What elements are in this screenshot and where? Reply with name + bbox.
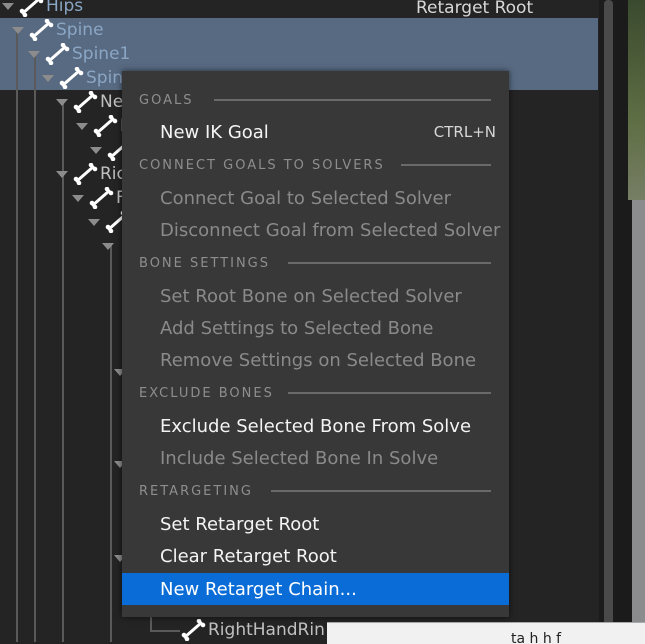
menu-item-exclude-bone[interactable]: Exclude Selected Bone From Solve bbox=[122, 410, 509, 442]
expand-arrow-icon[interactable] bbox=[76, 122, 88, 130]
expand-arrow-icon[interactable] bbox=[2, 2, 14, 10]
bone-icon bbox=[73, 91, 98, 113]
tree-row-label: Spine1 bbox=[72, 44, 131, 64]
menu-item-clear-retarget-root[interactable]: Clear Retarget Root bbox=[122, 540, 509, 572]
section-divider bbox=[214, 99, 491, 101]
bone-icon bbox=[93, 115, 118, 137]
shortcut-label: CTRL+N bbox=[433, 123, 496, 141]
section-divider bbox=[288, 392, 491, 394]
menu-item-add-settings[interactable]: Add Settings to Selected Bone bbox=[122, 312, 509, 344]
bone-icon bbox=[29, 19, 54, 41]
tree-row-right-shoulder[interactable]: Ric bbox=[56, 162, 126, 186]
bone-icon bbox=[89, 187, 114, 209]
section-divider bbox=[288, 262, 491, 264]
section-header-goals: GOALS bbox=[139, 92, 194, 108]
tree-row-right-arm[interactable]: F bbox=[72, 186, 126, 210]
expand-arrow-icon[interactable] bbox=[102, 242, 114, 250]
menu-item-set-root-bone[interactable]: Set Root Bone on Selected Solver bbox=[122, 280, 509, 312]
tooltip-text: ta h h f bbox=[511, 631, 562, 644]
menu-item-new-retarget-chain[interactable]: New Retarget Chain... bbox=[122, 573, 509, 605]
expand-arrow-icon[interactable] bbox=[12, 26, 24, 34]
menu-item-include-bone[interactable]: Include Selected Bone In Solve bbox=[122, 442, 509, 474]
tree-row-label: Hips bbox=[46, 0, 84, 16]
expand-arrow-icon[interactable] bbox=[88, 218, 100, 226]
section-divider bbox=[271, 490, 491, 492]
tree-row-right-hand-ring[interactable]: RightHandRin bbox=[180, 618, 325, 642]
tree-row-right-hand[interactable] bbox=[102, 234, 118, 258]
tree-row-neck[interactable]: Ne bbox=[56, 90, 123, 114]
tree-row-label: Spine bbox=[56, 20, 104, 40]
bone-icon bbox=[73, 163, 98, 185]
menu-item-new-ik-goal[interactable]: New IK Goal CTRL+N bbox=[122, 116, 509, 148]
tree-row-label: RightHandRin bbox=[208, 620, 325, 640]
tree-connector-line bbox=[34, 54, 36, 642]
menu-item-connect-goal[interactable]: Connect Goal to Selected Solver bbox=[122, 182, 509, 214]
tree-connector-line bbox=[150, 630, 180, 632]
tree-connector-line bbox=[16, 30, 18, 642]
context-menu: GOALS New IK Goal CTRL+N CONNECT GOALS T… bbox=[122, 71, 509, 617]
section-header-exclude-bones: EXCLUDE BONES bbox=[139, 385, 274, 401]
expand-arrow-icon[interactable] bbox=[28, 50, 40, 58]
section-header-connect-goals: CONNECT GOALS TO SOLVERS bbox=[139, 157, 385, 173]
menu-item-disconnect-goal[interactable]: Disconnect Goal from Selected Solver bbox=[122, 214, 509, 246]
section-header-bone-settings: BONE SETTINGS bbox=[139, 255, 270, 271]
section-header-retargeting: RETARGETING bbox=[139, 483, 253, 499]
tree-row-label: Spin bbox=[86, 68, 124, 88]
tree-row-spine1[interactable]: Spine1 bbox=[28, 42, 130, 66]
bone-icon bbox=[59, 67, 84, 89]
tooltip: ta h h f bbox=[327, 622, 645, 644]
viewport-preview bbox=[628, 0, 645, 200]
expand-arrow-icon[interactable] bbox=[56, 98, 68, 106]
expand-arrow-icon[interactable] bbox=[42, 74, 54, 82]
menu-item-remove-settings[interactable]: Remove Settings on Selected Bone bbox=[122, 344, 509, 376]
tree-row-spine[interactable]: Spine bbox=[12, 18, 104, 42]
bone-icon bbox=[19, 0, 44, 17]
expand-arrow-icon[interactable] bbox=[56, 170, 68, 178]
tree-scrollbar-thumb[interactable] bbox=[604, 0, 613, 625]
expand-arrow-icon[interactable] bbox=[90, 146, 102, 154]
viewport-preview-lower bbox=[632, 200, 645, 622]
bone-icon bbox=[45, 43, 70, 65]
bone-icon bbox=[181, 619, 206, 641]
tree-connector-line bbox=[110, 244, 112, 642]
expand-arrow-icon[interactable] bbox=[72, 194, 84, 202]
section-divider bbox=[401, 164, 491, 166]
tree-row-hips[interactable]: Hips bbox=[2, 0, 83, 18]
tree-row-label: Ne bbox=[100, 92, 124, 112]
retarget-root-column-header: Retarget Root bbox=[416, 0, 534, 18]
tree-row-spine2[interactable]: Spin bbox=[42, 66, 123, 90]
menu-item-set-retarget-root[interactable]: Set Retarget Root bbox=[122, 508, 509, 540]
